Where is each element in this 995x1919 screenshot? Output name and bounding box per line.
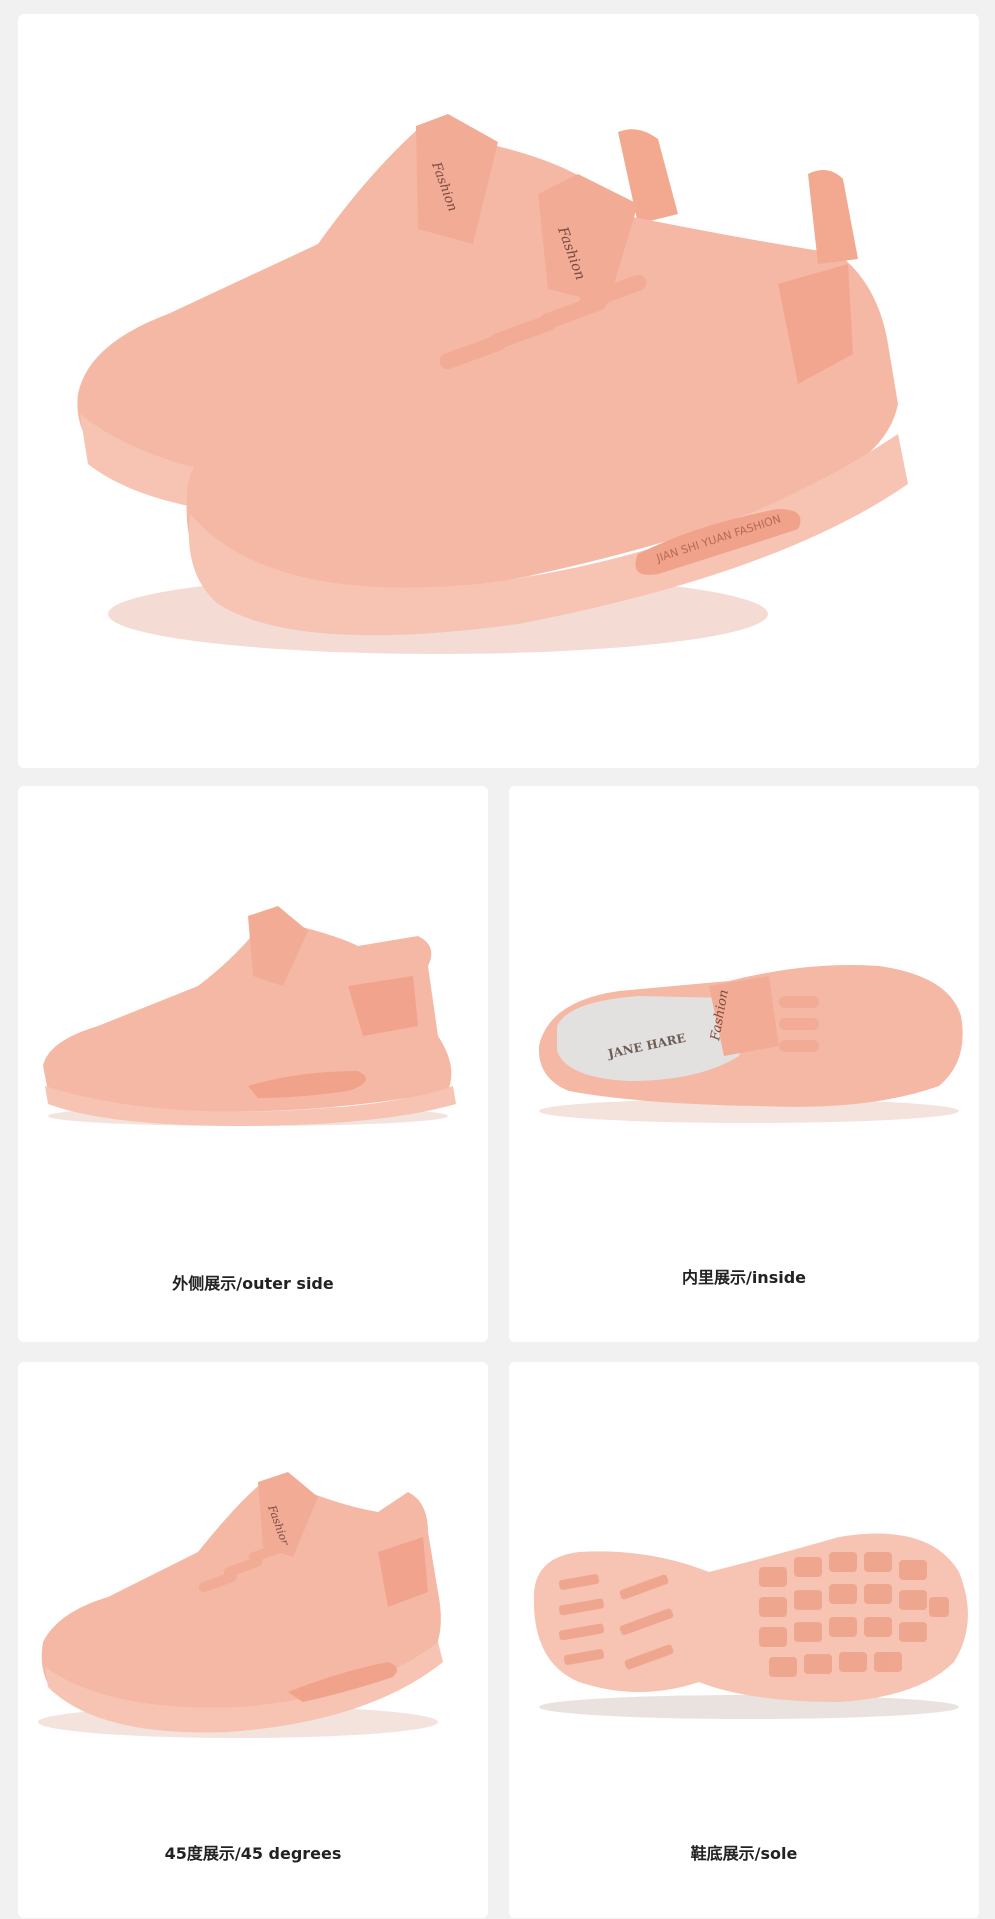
inside-card: JANE HARE Fashion 内里展示/inside — [509, 786, 979, 1342]
hero-image-card: Fashion Fashion JIAN SHI YUAN FASHION — [18, 14, 979, 768]
45-degrees-shoe-image: Fashion — [38, 1472, 443, 1738]
outer-side-shoe-image — [43, 906, 456, 1126]
shoe-pair-image: Fashion Fashion JIAN SHI YUAN FASHION — [77, 114, 909, 654]
outer-side-caption: 外侧展示/outer side — [172, 1274, 334, 1293]
sole-card: 鞋底展示/sole — [509, 1362, 979, 1918]
45-degrees-card: Fashion 45度展示/45 degrees — [18, 1362, 488, 1918]
inside-shoe-image: JANE HARE Fashion — [538, 965, 963, 1123]
inside-caption: 内里展示/inside — [681, 1268, 807, 1287]
front-shoe: Fashion JIAN SHI YUAN FASHION — [186, 170, 909, 636]
45-degrees-caption: 45度展示/45 degrees — [164, 1844, 342, 1863]
sole-caption: 鞋底展示/sole — [690, 1844, 798, 1863]
outer-side-card: 外侧展示/outer side — [18, 786, 488, 1342]
sole-shoe-image — [533, 1533, 968, 1719]
